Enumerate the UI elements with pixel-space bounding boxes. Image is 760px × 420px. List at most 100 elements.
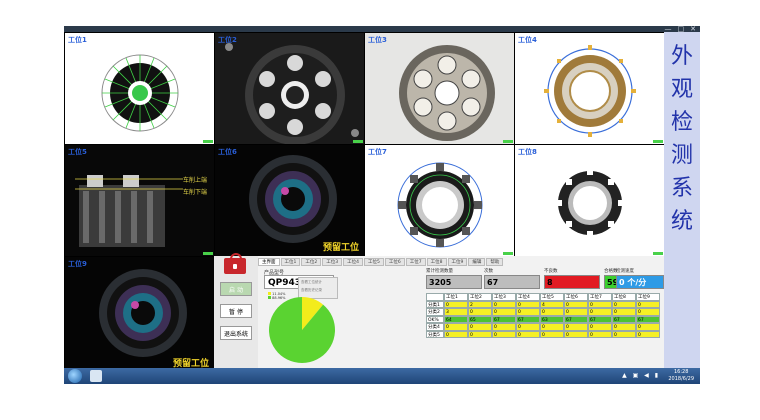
app-window: — □ ✕ 工位1 工位2 工位3 工位4 工位5 车削上端 车削下端 工位6 … [64,26,700,384]
row-label: OK% [426,315,444,323]
table-cell: 0 [564,308,588,316]
tab-station-4[interactable]: 工位4 [343,258,363,266]
side-profile-image [65,145,215,257]
tab-help[interactable]: 帮助 [486,258,504,266]
tab-edit[interactable]: 编辑 [468,258,486,266]
row-label: 分类5 [426,330,444,338]
station-view-1[interactable]: 工位1 [64,32,216,146]
table-header: 工位1 工位2 工位3 工位4 工位5 工位6 工位7 工位8 工位9 [426,293,662,301]
gear-large-image [397,162,483,248]
column-header: 工位9 [636,293,660,301]
station-view-5[interactable]: 工位5 车削上端 车削下端 [64,144,216,258]
table-cell: 4 [540,300,564,308]
station-view-7[interactable]: 工位7 [364,144,516,258]
table-cell: 0 [516,323,540,331]
table-cell: 0 [540,330,564,338]
ok-ratio-pie-chart [269,297,335,363]
table-cell: 0 [564,330,588,338]
station-status-5 [203,252,213,255]
station-view-3[interactable]: 工位3 [364,32,516,146]
menu-item-station-stats[interactable]: 查看工位统计 [301,280,335,285]
station-view-8[interactable]: 工位8 [514,144,666,258]
station-label-2: 工位2 [218,36,237,44]
tab-station-3[interactable]: 工位3 [322,258,343,266]
tab-main[interactable]: 主界面 [258,258,280,266]
table-cell: 0 [588,330,612,338]
start-orb-icon[interactable] [68,369,82,383]
station-view-9[interactable]: 工位9 预留工位 [64,256,216,374]
annotation-top-turning: 车削上端 [183,177,208,184]
table-cell: 0 [588,323,612,331]
station-label-4: 工位4 [518,36,537,44]
station-status-2 [353,140,363,143]
station-label-6: 工位6 [218,148,237,156]
system-title-vertical: 外 观 检 测 系 统 [664,32,700,372]
station-view-6[interactable]: 工位6 预留工位 [214,144,366,258]
station-status-8 [653,252,663,255]
tab-station-5[interactable]: 工位5 [364,258,384,266]
station-status-3 [503,140,513,143]
tab-station-8[interactable]: 工位8 [426,258,447,266]
table-row: 分类2 3 0 0 0 0 0 0 0 0 [426,308,662,316]
table-cell: 3 [444,308,468,316]
stat-total: 累计检测数量 3205 [426,269,482,290]
tab-station-1[interactable]: 工位1 [280,258,301,266]
table-cell: 0 [636,300,660,308]
control-column: 启 动 暂 停 退出系统 [214,253,258,372]
table-cell: 0 [516,330,540,338]
stat-value: 8 [544,275,600,289]
ring-small-image [556,169,624,237]
start-button[interactable]: 启 动 [220,282,252,296]
column-header: 工位1 [444,293,468,301]
station-view-2[interactable]: 工位2 [214,32,366,146]
tab-station-6[interactable]: 工位6 [384,258,405,266]
table-cell: 64 [444,315,468,323]
table-cell: 0 [468,323,492,331]
tab-station-7[interactable]: 工位7 [405,258,426,266]
station-label-9: 工位9 [68,260,87,268]
table-cell: 0 [492,330,516,338]
title-char: 观 [670,77,693,102]
station-status-1 [203,140,213,143]
column-header: 工位6 [564,293,588,301]
table-cell: 0 [588,300,612,308]
title-char: 检 [670,110,693,135]
table-row: 分类4 0 0 0 0 0 0 0 0 0 [426,323,662,331]
table-cell: 0 [444,323,468,331]
table-cell: 0 [540,323,564,331]
table-cell: 67 [588,315,612,323]
table-row: 分类5 0 0 0 0 0 0 0 0 0 [426,330,662,338]
table-cell: 0 [444,330,468,338]
table-cell: 65 [468,315,492,323]
table-cell: 0 [540,308,564,316]
station-view-4[interactable]: 工位4 [514,32,666,146]
station-results-table: 工位1 工位2 工位3 工位4 工位5 工位6 工位7 工位8 工位9 分类1 0 2 0 0 4 0 0 0 0 分… [426,293,662,338]
pie-slice [269,297,335,363]
pause-button[interactable]: 暂 停 [220,304,252,318]
menu-item-history[interactable]: 查看历史记录 [301,288,335,293]
column-header [426,293,444,301]
tab-station-2[interactable]: 工位2 [301,258,322,266]
browser-icon[interactable] [90,370,102,382]
column-header: 工位8 [612,293,636,301]
stat-value: 67 [484,275,540,289]
column-header: 工位3 [492,293,516,301]
table-cell: 0 [588,308,612,316]
lock-icon[interactable] [224,253,246,274]
table-cell: 63 [540,315,564,323]
reserved-station-caption: 预留工位 [172,359,209,369]
system-tray[interactable]: ▲ ▣ ◀ ▮ [622,372,660,379]
title-char: 系 [670,176,693,201]
stat-count: 次数 67 [484,269,540,290]
column-header: 工位2 [468,293,492,301]
annotation-bottom-turning: 车削下端 [183,189,208,196]
table-cell: 67 [516,315,540,323]
table-cell: 67 [564,315,588,323]
table-cell: 0 [516,300,540,308]
table-cell: 0 [636,308,660,316]
part-top-image [215,33,365,145]
exit-system-button[interactable]: 退出系统 [220,326,252,340]
tab-station-9[interactable]: 工位9 [447,258,468,266]
taskbar-clock[interactable]: 16:28 2018/6/29 [668,369,694,383]
station-status-7 [503,252,513,255]
